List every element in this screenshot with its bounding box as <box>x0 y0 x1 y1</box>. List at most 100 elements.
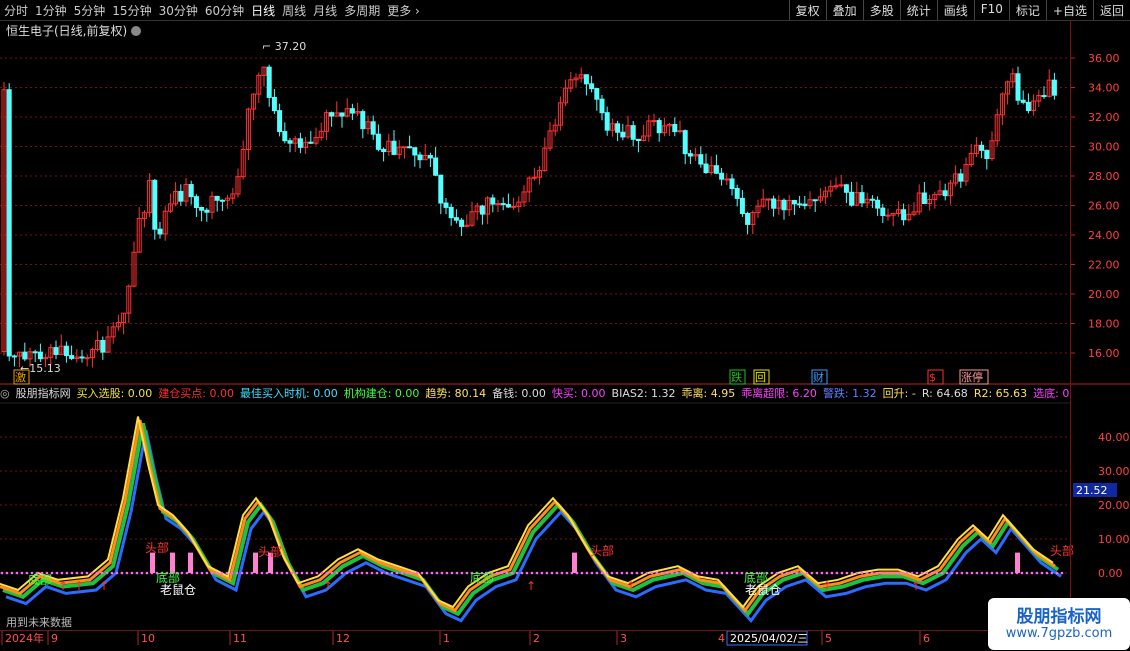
zero-dot <box>795 571 799 575</box>
zero-dot <box>450 571 454 575</box>
candle-body <box>271 96 277 112</box>
zero-dot <box>725 571 729 575</box>
zero-dot <box>285 571 289 575</box>
zero-dot <box>665 571 669 575</box>
zero-dot <box>615 571 619 575</box>
zero-dot <box>635 571 639 575</box>
zero-dot <box>400 571 404 575</box>
zero-dot <box>975 571 979 575</box>
indicator-settings-icon[interactable]: ◎ <box>0 387 10 400</box>
zero-dot <box>910 571 914 575</box>
zero-dot <box>460 571 464 575</box>
zero-dot <box>600 571 604 575</box>
candle-body <box>438 174 444 204</box>
zero-dot <box>125 571 129 575</box>
zero-dot <box>935 571 939 575</box>
zero-dot <box>835 571 839 575</box>
zero-dot <box>655 571 659 575</box>
candle-body <box>901 209 907 221</box>
indicator-field: 机构建仓: 0.00 <box>343 387 420 400</box>
buy-arrow-icon: ↑ <box>323 579 333 593</box>
candle-body <box>682 130 688 155</box>
zero-dot <box>550 571 554 575</box>
candle-body <box>79 356 85 359</box>
candle-body <box>11 355 17 358</box>
zero-dot <box>1005 571 1009 575</box>
zero-dot <box>1000 571 1004 575</box>
zero-dot <box>425 571 429 575</box>
zero-dot <box>870 571 874 575</box>
zero-dot <box>115 571 119 575</box>
zero-dot <box>200 571 204 575</box>
signal-bar <box>572 552 577 573</box>
zero-dot <box>990 571 994 575</box>
zero-dot <box>680 571 684 575</box>
zero-dot <box>690 571 694 575</box>
candle-body <box>734 188 740 199</box>
zero-dot <box>140 571 144 575</box>
zero-dot <box>775 571 779 575</box>
candle-body <box>599 98 605 114</box>
zero-dot <box>810 571 814 575</box>
indicator-field: 趋势: 80.14 <box>425 387 487 400</box>
candle-body <box>958 173 964 182</box>
candle-body <box>391 140 397 155</box>
zero-dot <box>605 571 609 575</box>
zero-dot <box>1055 571 1059 575</box>
zero-dot <box>830 571 834 575</box>
candle-body <box>677 130 683 133</box>
candle-body <box>687 153 693 157</box>
zero-dot <box>1035 571 1039 575</box>
zero-dot <box>410 571 414 575</box>
zero-dot <box>455 571 459 575</box>
candle-body <box>604 112 610 131</box>
zero-dot <box>860 571 864 575</box>
indicator-field: 快买: 0.00 <box>551 387 606 400</box>
zero-dot <box>590 571 594 575</box>
zero-dot <box>375 571 379 575</box>
indicator-field: 乖离超限: 6.20 <box>741 387 817 400</box>
zero-dot <box>505 571 509 575</box>
zero-dot <box>705 571 709 575</box>
zero-dot <box>135 571 139 575</box>
candle-body <box>63 345 69 357</box>
future-data-note: 用到未来数据 <box>6 616 72 629</box>
zero-dot <box>1030 571 1034 575</box>
zero-dot <box>340 571 344 575</box>
zero-dot <box>75 571 79 575</box>
zero-dot <box>995 571 999 575</box>
candle-body <box>495 203 501 206</box>
candle-body <box>765 198 771 201</box>
signal-bar <box>1015 552 1020 573</box>
candle-body <box>672 124 678 133</box>
zero-dot <box>1020 571 1024 575</box>
zero-dot <box>875 571 879 575</box>
zero-dot <box>640 571 644 575</box>
kline-chart[interactable]: 36.0034.0032.0030.0028.0026.0024.0022.00… <box>0 0 1130 650</box>
candle-body <box>500 203 506 206</box>
indicator-field: 回升: - <box>882 387 916 400</box>
top-label: 头部 <box>258 544 282 559</box>
zero-dot <box>770 571 774 575</box>
zero-dot <box>930 571 934 575</box>
signal-bar <box>170 552 175 573</box>
zero-dot <box>145 571 149 575</box>
zero-dot <box>295 571 299 575</box>
candle-body <box>490 197 496 205</box>
candle-body <box>453 217 459 221</box>
candle-body <box>22 351 28 360</box>
candle-body <box>443 202 449 208</box>
indicator-field: 买入选股: 0.00 <box>76 387 153 400</box>
candle-body <box>594 88 600 100</box>
zero-dot <box>60 571 64 575</box>
zero-dot <box>415 571 419 575</box>
zero-dot <box>580 571 584 575</box>
zero-dot <box>370 571 374 575</box>
candle-body <box>219 199 225 202</box>
candle-body <box>329 112 335 117</box>
zero-dot <box>215 571 219 575</box>
zero-dot <box>1050 571 1054 575</box>
candle-body <box>204 209 210 213</box>
indicator-field: R: 64.68 <box>921 387 968 400</box>
zero-dot <box>300 571 304 575</box>
